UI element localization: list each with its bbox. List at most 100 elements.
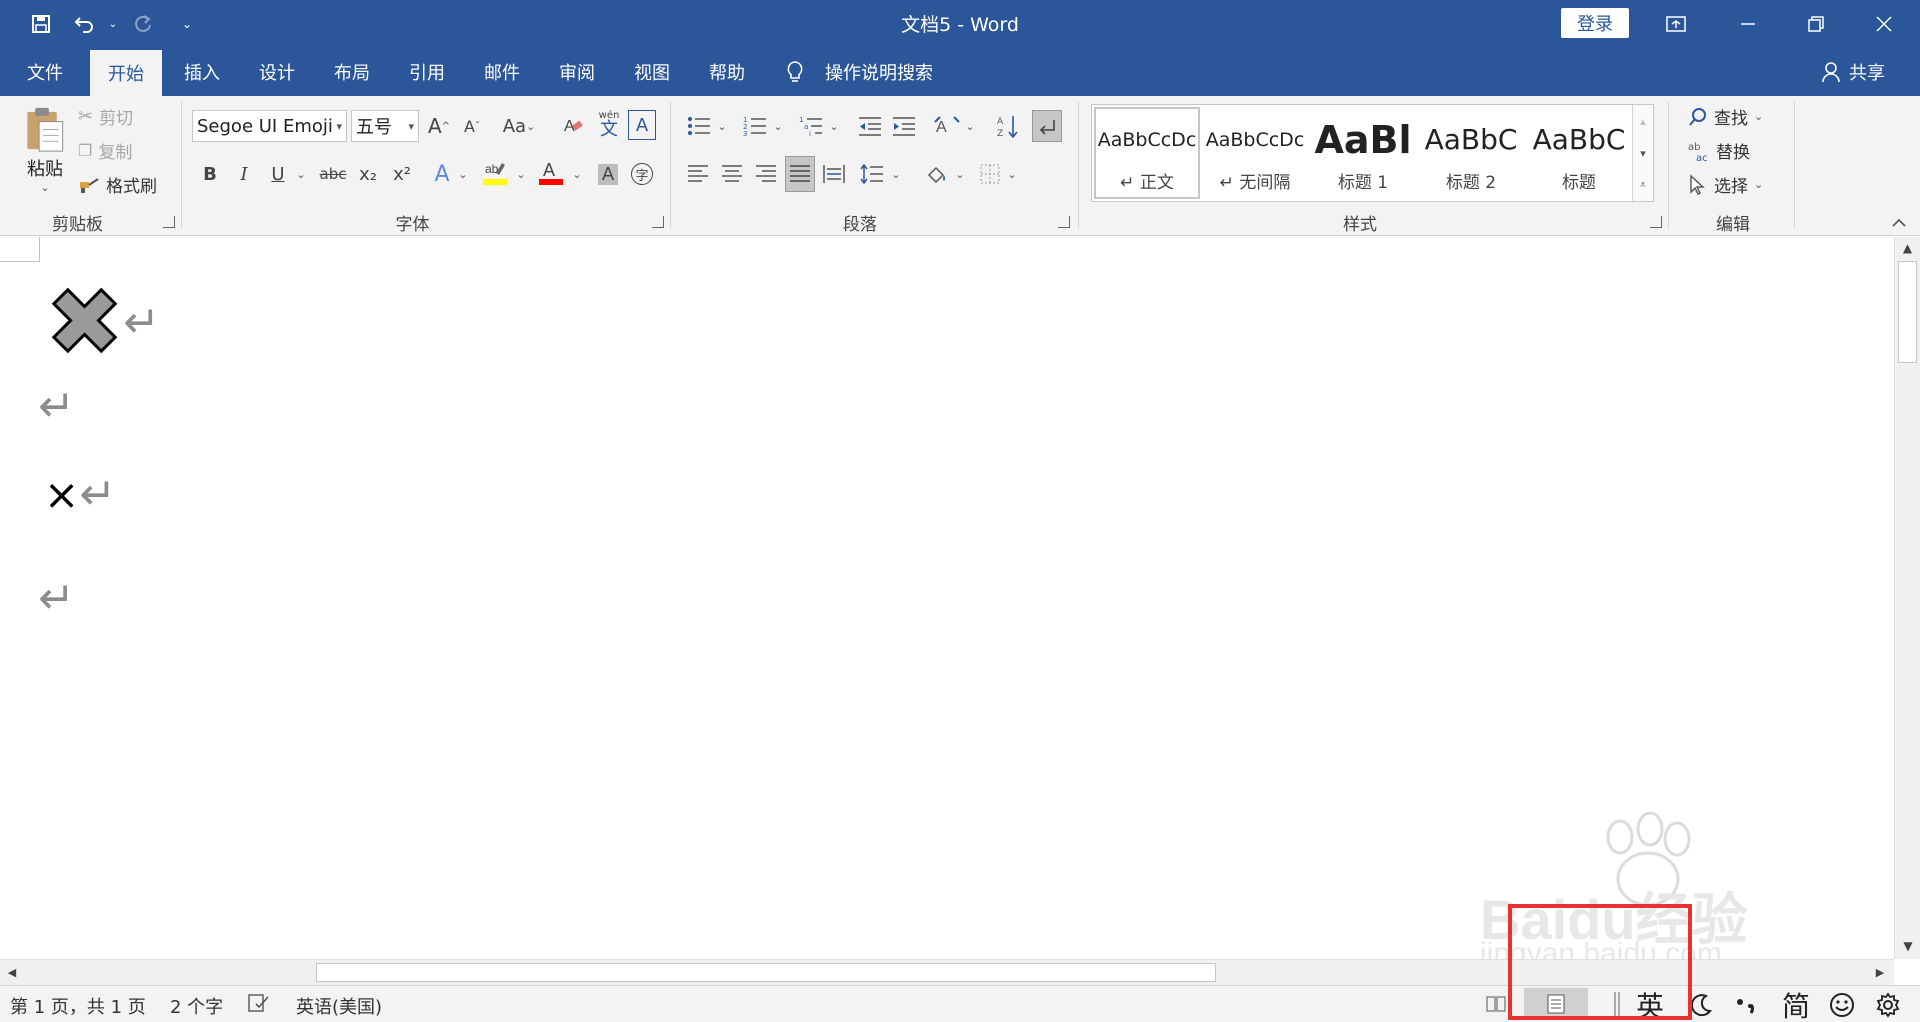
share-person-icon[interactable] [1818,47,1844,96]
gallery-up-icon[interactable]: ▴ [1633,105,1653,137]
underline-dropdown-icon[interactable]: ⌄ [294,158,308,190]
document-line-1[interactable]: ✖ ↵ [44,275,159,370]
grow-font-button[interactable]: A ^ [425,110,453,142]
tab-file[interactable]: 文件 [24,47,66,96]
borders-dropdown-icon[interactable]: ⌄ [1006,158,1018,190]
paste-dropdown-icon[interactable]: ⌄ [40,181,49,194]
save-icon[interactable] [26,10,56,38]
scroll-down-icon[interactable]: ▼ [1895,935,1920,957]
highlight-icon[interactable]: ab [480,156,510,190]
font-color-dropdown-icon[interactable]: ⌄ [570,158,584,190]
select-button[interactable]: 选择 ⌄ [1688,172,1763,197]
login-button[interactable]: 登录 [1561,8,1629,38]
select-dropdown-icon[interactable]: ⌄ [1754,178,1763,191]
undo-dropdown-icon[interactable]: ⌄ [98,10,128,38]
borders-icon[interactable] [976,158,1004,190]
tab-design[interactable]: 设计 [256,47,298,96]
format-painter-button[interactable]: 格式刷 [78,172,157,197]
shading-icon[interactable] [922,158,952,190]
ribbon-display-options-icon[interactable] [1648,0,1704,47]
replace-button[interactable]: ab ac 替换 [1688,138,1750,164]
chinese-layout-dropdown-icon[interactable]: ⌄ [964,110,976,142]
font-color-icon[interactable]: A [536,156,566,190]
ime-halfwidth-icon[interactable] [1684,986,1720,1022]
find-button[interactable]: 查找 ⌄ [1688,104,1763,129]
bullets-icon[interactable] [684,110,714,142]
read-mode-icon[interactable] [1484,992,1508,1016]
tab-help[interactable]: 帮助 [706,47,748,96]
lightbulb-icon[interactable] [782,47,808,96]
ime-punctuation-icon[interactable] [1728,986,1764,1022]
align-right-icon[interactable] [752,158,780,190]
ime-language-mode[interactable]: 英 [1628,986,1672,1022]
underline-button[interactable]: U [264,158,292,190]
gallery-down-icon[interactable]: ▾ [1633,137,1653,169]
tab-review[interactable]: 审阅 [556,47,598,96]
line-spacing-icon[interactable] [858,158,886,190]
tab-references[interactable]: 引用 [406,47,448,96]
superscript-button[interactable]: x² [388,158,416,190]
close-icon[interactable] [1856,0,1912,47]
numbering-dropdown-icon[interactable]: ⌄ [772,110,784,142]
chinese-layout-icon[interactable]: A [932,110,962,142]
document-line-4[interactable]: ↵ [38,577,75,621]
text-effects-dropdown-icon[interactable]: ⌄ [456,158,470,190]
sort-icon[interactable]: AZ [994,110,1022,142]
scroll-right-icon[interactable]: ▶ [1868,960,1892,984]
undo-icon[interactable] [70,10,100,38]
enclose-characters-icon[interactable]: 字 [628,158,656,190]
strikethrough-button[interactable]: abc [316,158,350,190]
word-count[interactable]: 2 个字 [170,993,223,1019]
align-center-icon[interactable] [718,158,746,190]
bullets-dropdown-icon[interactable]: ⌄ [716,110,728,142]
change-case-button[interactable]: Aa ⌄ [498,110,540,142]
document-line-2[interactable]: ↵ [38,385,75,429]
numbering-icon[interactable]: 123 [740,110,770,142]
share-button[interactable]: 共享 [1846,47,1888,96]
justify-icon[interactable] [785,156,815,192]
page-count[interactable]: 第 1 页，共 1 页 [10,993,146,1019]
scroll-left-icon[interactable]: ◀ [0,960,24,984]
font-name-dropdown-icon[interactable]: ▾ [336,120,342,133]
font-launcher-icon[interactable] [652,216,664,228]
character-border-icon[interactable]: A [628,110,656,140]
styles-launcher-icon[interactable] [1650,216,1662,228]
clipboard-launcher-icon[interactable] [163,216,175,228]
tab-layout[interactable]: 布局 [331,47,373,96]
paste-button[interactable]: 粘贴 ⌄ [20,104,70,194]
distributed-icon[interactable] [820,158,848,190]
show-formatting-marks-icon[interactable] [1032,110,1062,142]
clear-formatting-icon[interactable]: A [560,110,588,142]
subscript-button[interactable]: x₂ [354,158,382,190]
shrink-font-button[interactable]: Aˇ [458,110,486,142]
document-canvas[interactable]: ✖ ↵ ↵ × ↵ ↵ Baidu经验 jingyan.baidu.com [0,237,1894,970]
paragraph-launcher-icon[interactable] [1058,216,1070,228]
tab-view[interactable]: 视图 [631,47,673,96]
shading-dropdown-icon[interactable]: ⌄ [954,158,966,190]
style-heading-1[interactable]: AaBl 标题 1 [1310,107,1416,199]
style-heading-2[interactable]: AaBbC 标题 2 [1418,107,1524,199]
document-line-3[interactable]: × ↵ [44,473,116,517]
ime-settings-gear-icon[interactable] [1870,986,1906,1022]
line-spacing-dropdown-icon[interactable]: ⌄ [890,158,902,190]
tab-home[interactable]: 开始 [90,50,162,96]
minimize-icon[interactable] [1720,0,1776,47]
collapse-ribbon-icon[interactable] [1886,214,1912,232]
italic-button[interactable]: I [230,158,258,190]
font-name-combo[interactable]: Segoe UI Emoji ▾ [192,110,347,142]
tell-me-search[interactable]: 操作说明搜索 [822,47,936,96]
style-normal[interactable]: AaBbCcDc ↵ 正文 [1094,107,1200,199]
tab-mailings[interactable]: 邮件 [481,47,523,96]
style-no-spacing[interactable]: AaBbCcDc ↵ 无间隔 [1202,107,1308,199]
multilevel-dropdown-icon[interactable]: ⌄ [828,110,840,142]
proofing-icon[interactable] [248,993,270,1018]
language-indicator[interactable]: 英语(美国) [296,993,382,1019]
align-left-icon[interactable] [684,158,712,190]
vertical-scroll-thumb[interactable] [1898,261,1917,363]
print-layout-icon[interactable] [1524,988,1588,1020]
font-size-dropdown-icon[interactable]: ▾ [408,120,414,133]
tab-insert[interactable]: 插入 [181,47,223,96]
restore-icon[interactable] [1788,0,1844,47]
decrease-indent-icon[interactable] [856,110,884,142]
highlight-dropdown-icon[interactable]: ⌄ [514,158,528,190]
